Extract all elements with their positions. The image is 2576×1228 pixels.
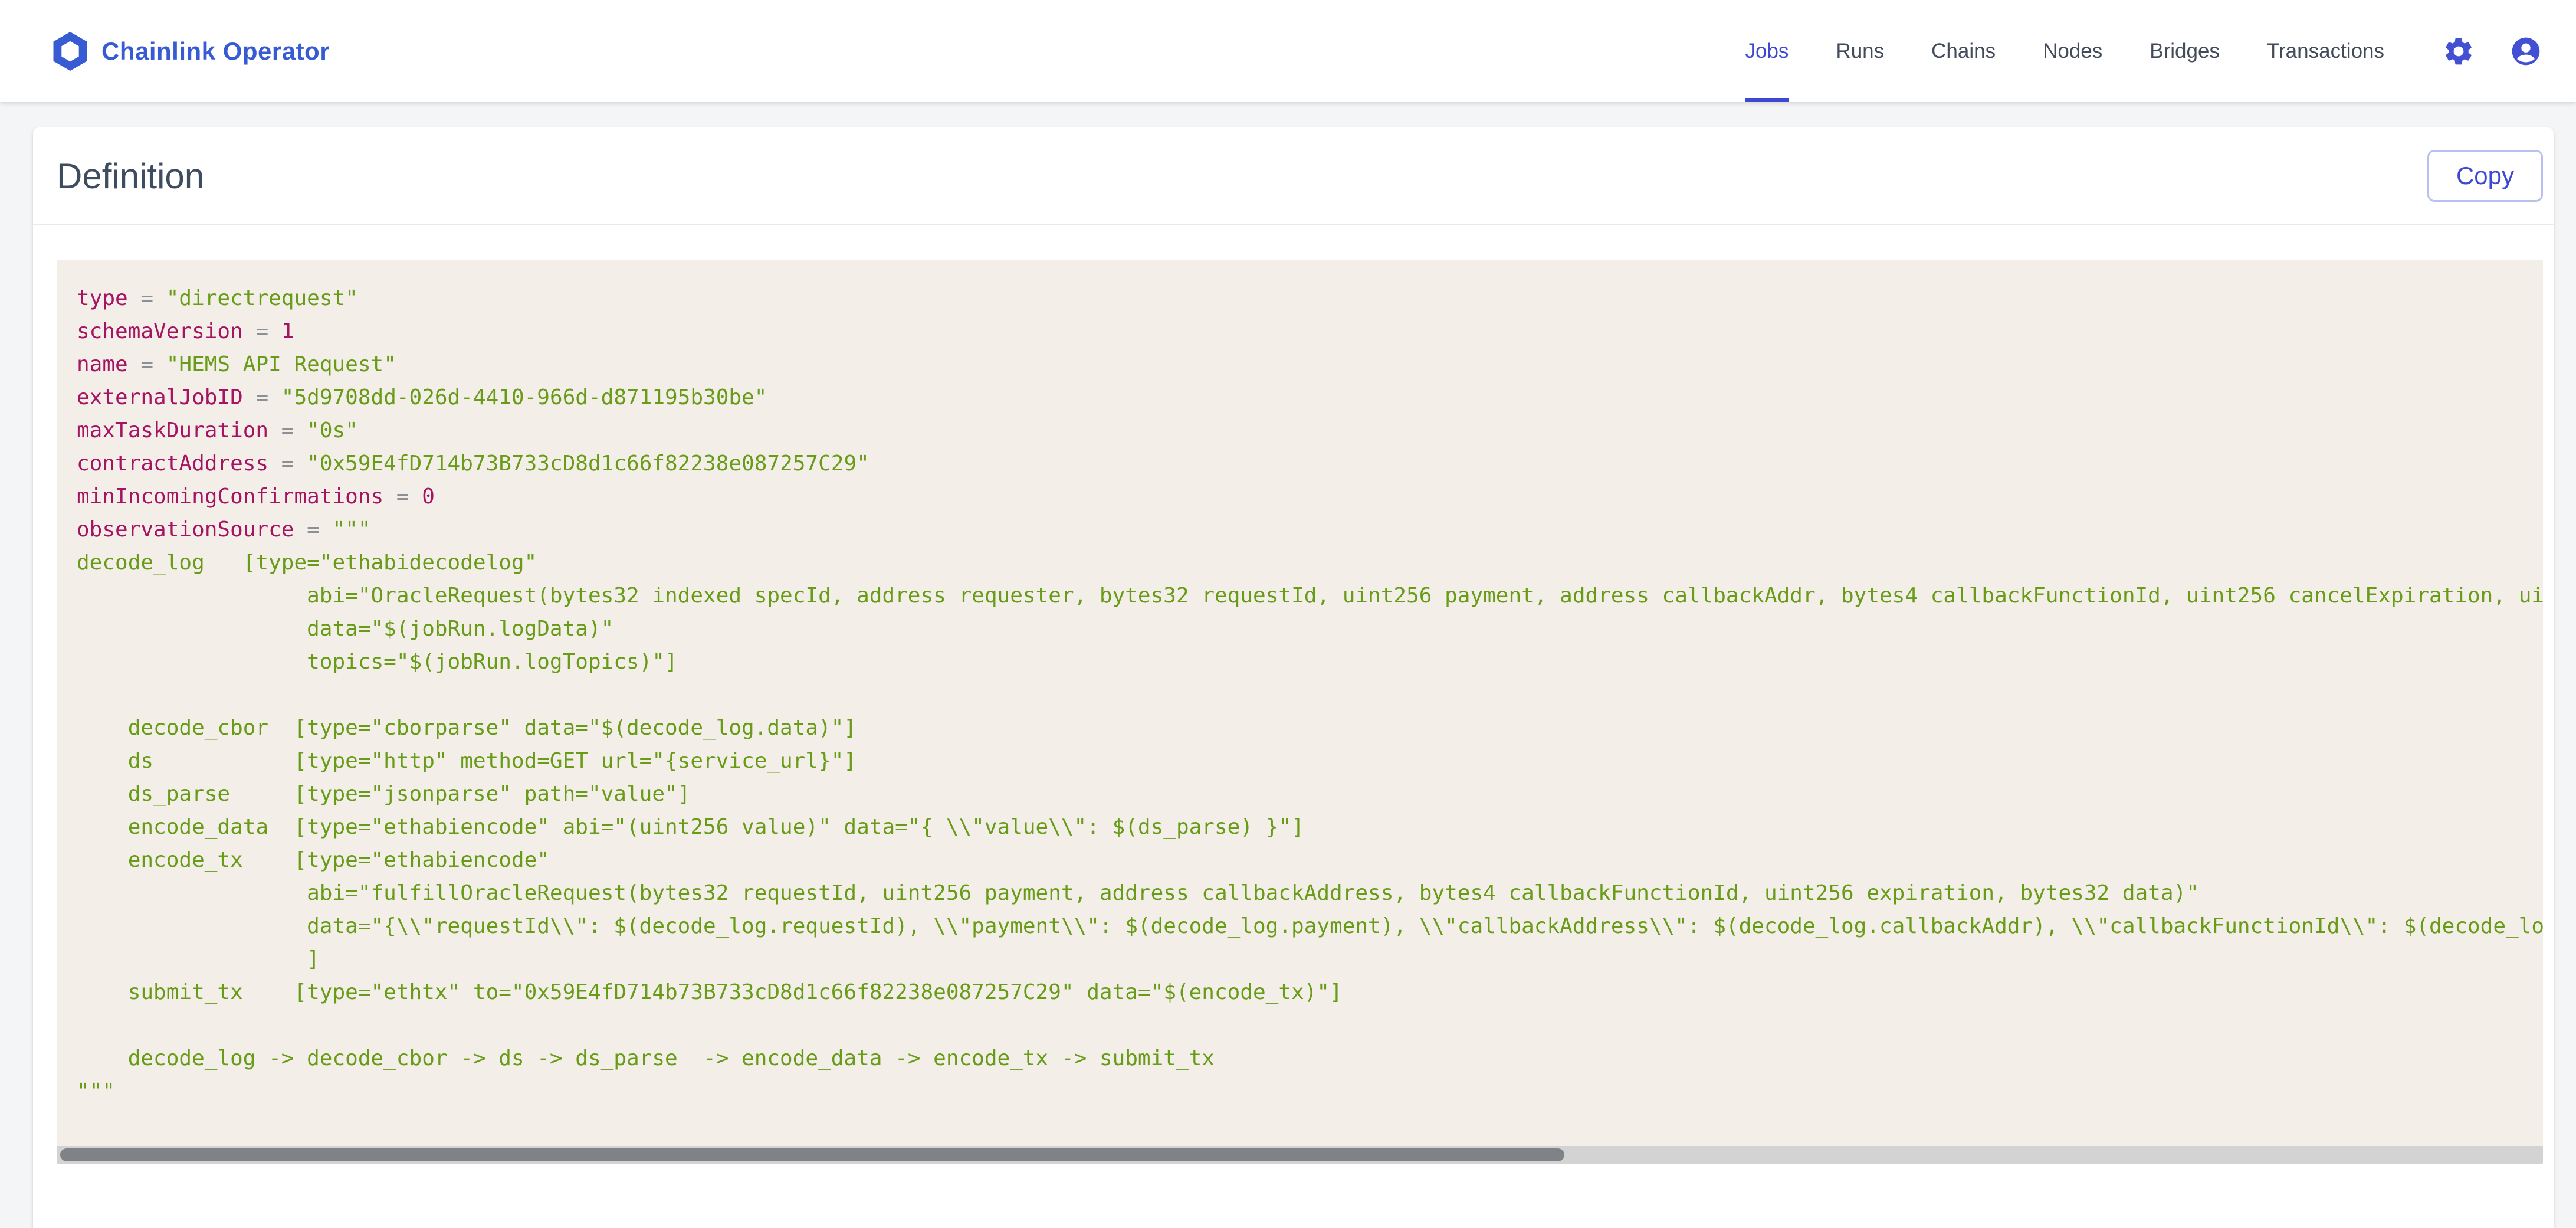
top-navbar: Chainlink Operator Jobs Runs Chains Nodes Br…	[0, 0, 2576, 102]
code-line: data="{\\"requestId\\": $(decode_log.req…	[77, 910, 2543, 943]
code-line	[77, 679, 2543, 712]
horizontal-scrollbar[interactable]	[57, 1146, 2543, 1164]
account-icon	[2509, 35, 2542, 68]
code-line: name = "HEMS API Request"	[77, 348, 2543, 381]
code-line: data="$(jobRun.logData)"	[77, 613, 2543, 646]
definition-card-body: type = "directrequest"schemaVersion = 1n…	[33, 225, 2554, 1205]
settings-button[interactable]	[2442, 35, 2475, 68]
code-line: topics="$(jobRun.logTopics)"]	[77, 646, 2543, 679]
code-line: submit_tx [type="ethtx" to="0x59E4fD714b…	[77, 976, 2543, 1009]
code-line: type = "directrequest"	[77, 282, 2543, 315]
code-line: ]	[77, 943, 2543, 976]
code-line: ds_parse [type="jsonparse" path="value"]	[77, 778, 2543, 811]
code-line: abi="fulfillOracleRequest(bytes32 reques…	[77, 877, 2543, 910]
nav-item-jobs[interactable]: Jobs	[1745, 0, 1789, 102]
code-line: maxTaskDuration = "0s"	[77, 414, 2543, 447]
code-line: schemaVersion = 1	[77, 315, 2543, 348]
nav-item-runs[interactable]: Runs	[1836, 0, 1884, 102]
code-line: encode_tx [type="ethabiencode"	[77, 844, 2543, 877]
definition-card: Definition Copy type = "directrequest"sc…	[33, 127, 2554, 1228]
gear-icon	[2442, 35, 2475, 68]
brand-name: Chainlink Operator	[101, 37, 330, 66]
code-line: decode_log [type="ethabidecodelog"	[77, 546, 2543, 579]
code-line: decode_log -> decode_cbor -> ds -> ds_pa…	[77, 1042, 2543, 1075]
nav-item-nodes[interactable]: Nodes	[2043, 0, 2102, 102]
page-title: Definition	[57, 156, 204, 197]
scrollbar-thumb[interactable]	[60, 1148, 1564, 1161]
code-line: observationSource = """	[77, 513, 2543, 546]
job-definition-code: type = "directrequest"schemaVersion = 1n…	[57, 260, 2543, 1164]
main-nav: Jobs Runs Chains Nodes Bridges Transactions	[1721, 0, 2408, 102]
code-line: ds [type="http" method=GET url="{service…	[77, 745, 2543, 778]
nav-item-chains[interactable]: Chains	[1931, 0, 1996, 102]
page-content: Definition Copy type = "directrequest"sc…	[0, 102, 2576, 1228]
code-line: encode_data [type="ethabiencode" abi="(u…	[77, 811, 2543, 844]
chainlink-hexagon-icon	[53, 32, 87, 71]
code-lines: type = "directrequest"schemaVersion = 1n…	[77, 282, 2543, 1108]
code-line: decode_cbor [type="cborparse" data="$(de…	[77, 712, 2543, 745]
nav-item-transactions[interactable]: Transactions	[2267, 0, 2384, 102]
code-line: externalJobID = "5d9708dd-026d-4410-966d…	[77, 381, 2543, 414]
code-line: contractAddress = "0x59E4fD714b73B733cD8…	[77, 447, 2543, 480]
code-line	[77, 1009, 2543, 1042]
code-line: """	[77, 1075, 2543, 1108]
definition-card-header: Definition Copy	[33, 127, 2554, 225]
brand-logo[interactable]: Chainlink Operator	[53, 32, 330, 71]
nav-item-bridges[interactable]: Bridges	[2150, 0, 2220, 102]
copy-button[interactable]: Copy	[2427, 150, 2543, 202]
code-line: minIncomingConfirmations = 0	[77, 480, 2543, 513]
code-line: abi="OracleRequest(bytes32 indexed specI…	[77, 579, 2543, 613]
account-button[interactable]	[2509, 35, 2542, 68]
